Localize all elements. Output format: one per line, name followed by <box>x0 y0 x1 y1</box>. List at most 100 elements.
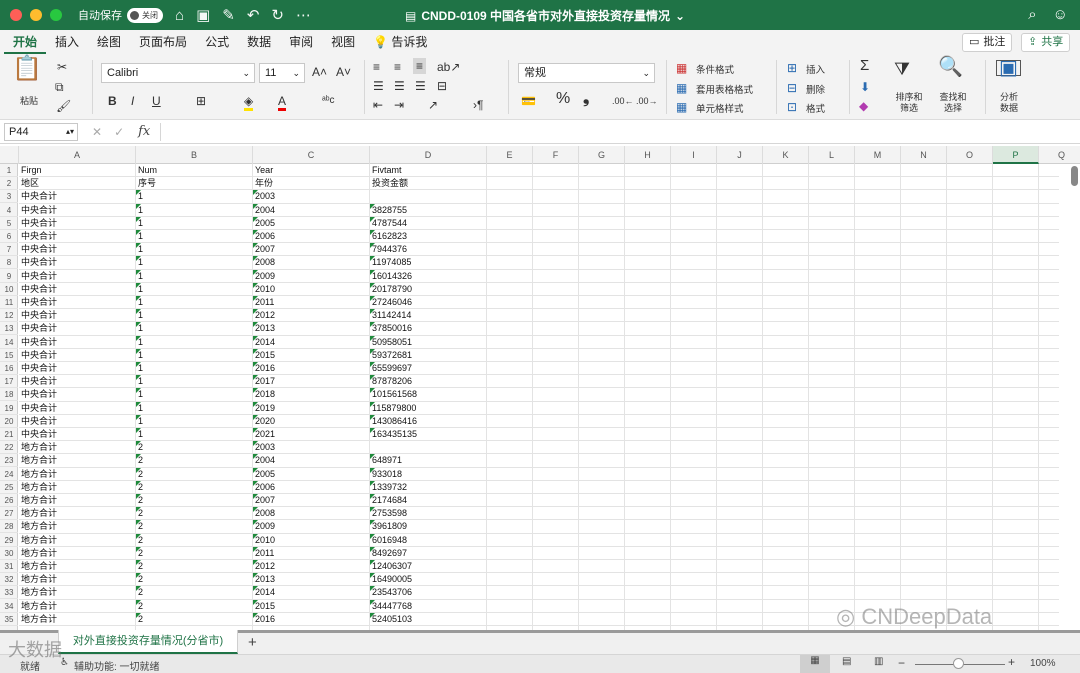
align-right-icon[interactable]: ☰ <box>415 79 426 93</box>
cell-c22[interactable]: 2003 <box>253 441 369 454</box>
column-header-a[interactable]: A <box>19 146 136 164</box>
cell-d5[interactable]: 4787544 <box>370 216 486 230</box>
cell-c6[interactable]: 2006 <box>253 230 369 243</box>
confirm-icon[interactable]: ✓ <box>114 125 124 139</box>
find-select-button[interactable]: 查找和选择 <box>938 92 968 114</box>
cell-c17[interactable]: 2017 <box>253 375 369 388</box>
row-header[interactable]: 34 <box>0 600 18 613</box>
row-header[interactable]: 29 <box>0 534 18 547</box>
row-header[interactable]: 27 <box>0 507 18 521</box>
insert-cells-icon[interactable]: ⊞ <box>787 61 797 75</box>
increase-indent-icon[interactable]: ⇥ <box>394 98 404 112</box>
cell-d26[interactable]: 2174684 <box>370 494 486 507</box>
cell-c26[interactable]: 2007 <box>253 494 369 507</box>
cell-d11[interactable]: 27246046 <box>370 296 486 309</box>
tab-draw[interactable]: 绘图 <box>88 30 130 54</box>
row-header[interactable]: 26 <box>0 494 18 507</box>
autosum-icon[interactable]: Σ <box>860 58 869 73</box>
row-header[interactable]: 22 <box>0 441 18 455</box>
cell-d28[interactable]: 3961809 <box>370 520 486 533</box>
cell-b22[interactable]: 2 <box>136 441 252 454</box>
cell-d8[interactable]: 11974085 <box>370 256 486 269</box>
cell-b29[interactable]: 2 <box>136 533 252 547</box>
cell-d30[interactable]: 8492697 <box>370 546 486 560</box>
row-header[interactable]: 7 <box>0 243 18 257</box>
row-header[interactable]: 25 <box>0 481 18 494</box>
tab-home[interactable]: 开始 <box>4 30 47 54</box>
cell-b14[interactable]: 1 <box>136 335 252 349</box>
tab-tell-me[interactable]: 💡 告诉我 <box>364 30 436 54</box>
underline-button[interactable]: U <box>152 94 161 108</box>
row-header[interactable]: 6 <box>0 230 18 243</box>
cell-d27[interactable]: 2753598 <box>370 507 486 520</box>
cell-d31[interactable]: 12406307 <box>370 560 486 573</box>
cell-c19[interactable]: 2019 <box>253 401 369 415</box>
cell-b12[interactable]: 1 <box>136 309 252 322</box>
cell-b19[interactable]: 1 <box>136 401 252 415</box>
tab-view[interactable]: 视图 <box>322 30 364 54</box>
cell-a22[interactable]: 地方合计 <box>19 441 135 454</box>
row-header[interactable]: 32 <box>0 573 18 587</box>
cell-b33[interactable]: 2 <box>136 586 252 599</box>
save-icon[interactable]: ▣ <box>196 6 210 24</box>
cell-d24[interactable]: 933018 <box>370 467 486 481</box>
cell-c29[interactable]: 2010 <box>253 533 369 547</box>
row-header[interactable]: 4 <box>0 204 18 217</box>
orientation-icon[interactable]: ab↗ <box>437 60 460 74</box>
paragraph-icon[interactable]: ›¶ <box>473 98 483 112</box>
cell-b4[interactable]: 1 <box>136 203 252 217</box>
cell-b27[interactable]: 2 <box>136 507 252 520</box>
cell-a17[interactable]: 中央合计 <box>19 375 135 388</box>
cell-d12[interactable]: 31142414 <box>370 309 486 322</box>
close-window-button[interactable] <box>10 9 22 21</box>
cell-c34[interactable]: 2015 <box>253 599 369 613</box>
cell-c7[interactable]: 2007 <box>253 243 369 256</box>
cell-b17[interactable]: 1 <box>136 375 252 388</box>
column-header-d[interactable]: D <box>370 146 487 164</box>
cell-b15[interactable]: 1 <box>136 348 252 362</box>
align-left-icon[interactable]: ☰ <box>373 79 384 93</box>
cell-b31[interactable]: 2 <box>136 560 252 573</box>
cell-a23[interactable]: 地方合计 <box>19 454 135 467</box>
cell-d32[interactable]: 16490005 <box>370 573 486 586</box>
font-color-icon[interactable]: A <box>278 94 287 111</box>
cell-c9[interactable]: 2009 <box>253 269 369 283</box>
cell-a33[interactable]: 地方合计 <box>19 586 135 599</box>
format-painter-icon[interactable]: 🖌 <box>56 99 71 113</box>
row-header[interactable]: 18 <box>0 388 18 402</box>
cell-c1[interactable]: Year <box>253 164 369 177</box>
insert-function-button[interactable]: fx <box>138 124 150 139</box>
column-header-l[interactable]: L <box>809 146 855 164</box>
accessibility-status[interactable]: 辅助功能: 一切就绪 <box>74 658 160 673</box>
cell-a34[interactable]: 地方合计 <box>19 600 135 613</box>
cell-a2[interactable]: 地区 <box>19 177 135 190</box>
cell-c4[interactable]: 2004 <box>253 203 369 217</box>
row-header[interactable]: 9 <box>0 270 18 283</box>
cell-c5[interactable]: 2005 <box>253 216 369 230</box>
cell-a18[interactable]: 中央合计 <box>19 388 135 401</box>
row-header[interactable]: 3 <box>0 190 18 204</box>
cell-d9[interactable]: 16014326 <box>370 269 486 283</box>
zoom-window-button[interactable] <box>50 9 62 21</box>
cell-c33[interactable]: 2014 <box>253 586 369 599</box>
cell-c13[interactable]: 2013 <box>253 322 369 335</box>
cell-c24[interactable]: 2005 <box>253 467 369 481</box>
row-header[interactable]: 13 <box>0 322 18 336</box>
minimize-window-button[interactable] <box>30 9 42 21</box>
phonetic-icon[interactable]: ᵃᵇc <box>322 94 335 108</box>
borders-icon[interactable]: ⊞ <box>196 94 206 108</box>
cell-c35[interactable]: 2016 <box>253 612 369 626</box>
cell-b6[interactable]: 1 <box>136 230 252 243</box>
cell-c31[interactable]: 2012 <box>253 560 369 573</box>
row-header[interactable]: 21 <box>0 428 18 441</box>
row-header[interactable]: 30 <box>0 547 18 560</box>
column-header-h[interactable]: H <box>625 146 671 164</box>
cell-a20[interactable]: 中央合计 <box>19 415 135 428</box>
find-select-icon[interactable]: 🔍 <box>938 57 963 77</box>
row-header[interactable]: 35 <box>0 613 18 626</box>
align-center-icon[interactable]: ☰ <box>394 79 405 93</box>
paste-icon[interactable]: 📋 <box>12 57 42 81</box>
tab-page-layout[interactable]: 页面布局 <box>130 30 196 54</box>
cut-icon[interactable]: ✂ <box>57 60 67 74</box>
table-format-button[interactable]: 套用表格格式 <box>696 82 753 96</box>
